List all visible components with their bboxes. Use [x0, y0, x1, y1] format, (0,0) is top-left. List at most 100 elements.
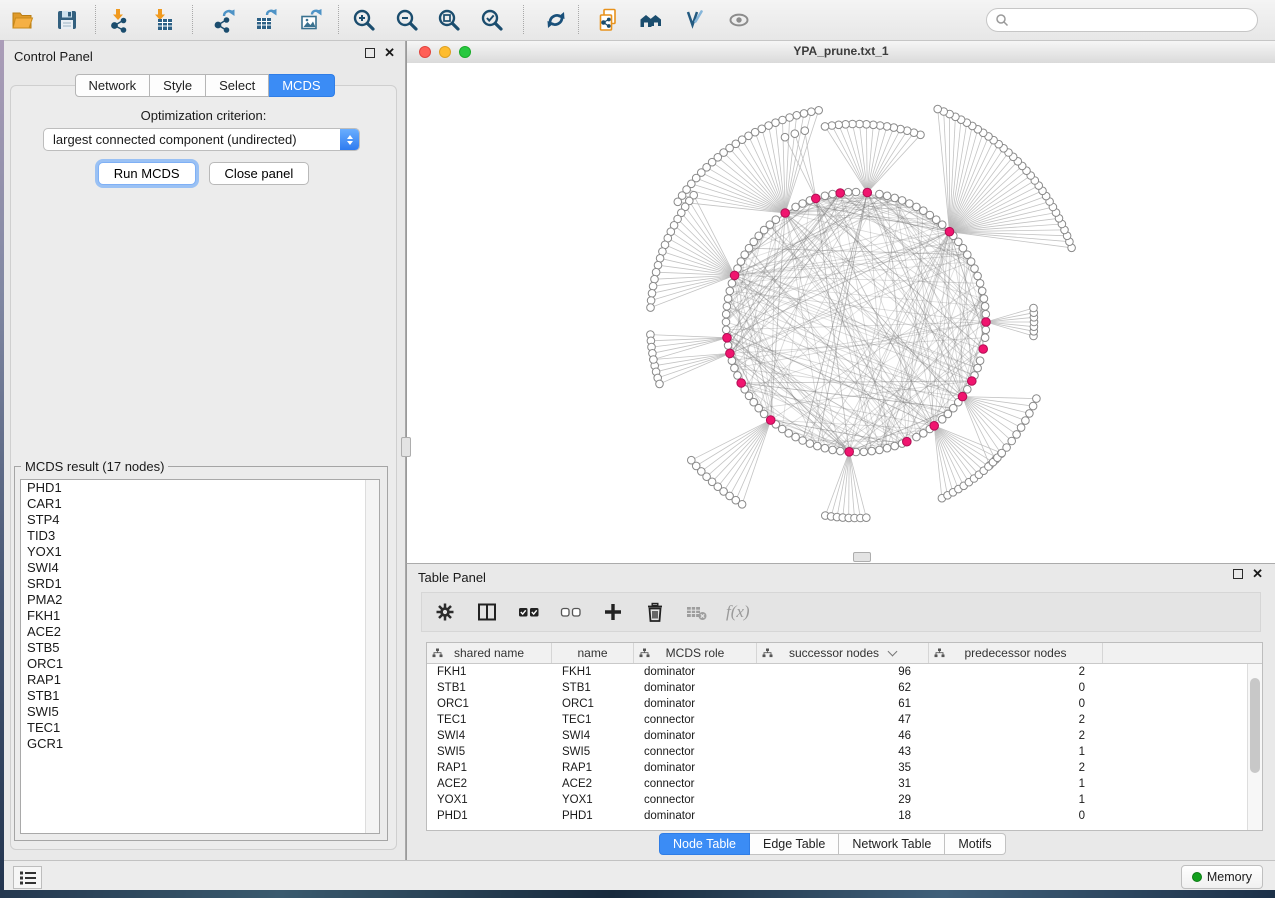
mcds-result-item[interactable]: STB1	[21, 688, 379, 704]
table-row[interactable]: PHD1PHD1dominator180	[427, 808, 1262, 824]
search-box[interactable]	[986, 8, 1258, 32]
memory-label: Memory	[1207, 870, 1252, 884]
table-cell: ORC1	[427, 698, 552, 710]
table-cell: dominator	[634, 730, 757, 742]
zoom-out-icon[interactable]	[392, 5, 422, 35]
network-browser-icon[interactable]	[636, 5, 666, 35]
table-cell: SWI4	[552, 730, 634, 742]
task-history-button[interactable]	[13, 866, 42, 889]
tab-style[interactable]: Style	[150, 74, 206, 97]
tab-network-table[interactable]: Network Table	[839, 833, 945, 855]
network-window-titlebar[interactable]: YPA_prune.txt_1	[407, 41, 1275, 64]
control-panel: Control Panel ✕ NetworkStyleSelectMCDS O…	[4, 41, 406, 860]
table-row[interactable]: RAP1RAP1dominator352	[427, 760, 1262, 776]
table-row[interactable]: STB1STB1dominator620	[427, 680, 1262, 696]
refresh-layout-icon[interactable]	[541, 5, 571, 35]
sort-desc-icon	[888, 647, 898, 657]
column-header-successor-nodes[interactable]: successor nodes	[757, 643, 929, 663]
mcds-result-item[interactable]: STB5	[21, 640, 379, 656]
close-table-panel-icon[interactable]: ✕	[1252, 569, 1263, 579]
mcds-result-item[interactable]: PHD1	[21, 480, 379, 496]
table-scrollbar[interactable]	[1247, 664, 1262, 830]
mcds-result-item[interactable]: SRD1	[21, 576, 379, 592]
mcds-result-item[interactable]: ORC1	[21, 656, 379, 672]
delete-table-icon-disabled	[684, 600, 710, 624]
column-header-MCDS-role[interactable]: MCDS role	[634, 643, 757, 663]
table-row[interactable]: TEC1TEC1connector472	[427, 712, 1262, 728]
table-cell: connector	[634, 794, 757, 806]
mcds-result-item[interactable]: SWI5	[21, 704, 379, 720]
table-row[interactable]: SWI5SWI5connector431	[427, 744, 1262, 760]
delete-column-icon[interactable]	[642, 600, 668, 624]
mcds-result-list[interactable]: PHD1CAR1STP4TID3YOX1SWI4SRD1PMA2FKH1ACE2…	[20, 479, 380, 834]
open-file-icon[interactable]	[8, 5, 38, 35]
table-cell: 61	[757, 698, 929, 710]
zoom-fit-icon[interactable]	[434, 5, 464, 35]
table-scrollbar-thumb[interactable]	[1250, 678, 1260, 773]
mcds-result-item[interactable]: FKH1	[21, 608, 379, 624]
table-cell: 96	[757, 666, 929, 678]
float-table-panel-icon[interactable]	[1233, 569, 1243, 579]
table-cell: ACE2	[427, 778, 552, 790]
table-row[interactable]: ACE2ACE2connector311	[427, 776, 1262, 792]
column-header-name[interactable]: name	[552, 643, 634, 663]
show-columns-icon[interactable]	[474, 600, 500, 624]
mcds-result-item[interactable]: PMA2	[21, 592, 379, 608]
float-window-icon[interactable]	[365, 48, 375, 58]
column-header-predecessor-nodes[interactable]: predecessor nodes	[929, 643, 1103, 663]
horizontal-splitter-handle[interactable]	[853, 552, 871, 562]
save-session-icon[interactable]	[52, 5, 82, 35]
table-cell: 46	[757, 730, 929, 742]
tab-edge-table[interactable]: Edge Table	[750, 833, 839, 855]
clone-network-icon[interactable]	[594, 5, 624, 35]
tab-motifs[interactable]: Motifs	[945, 833, 1005, 855]
tab-select[interactable]: Select	[206, 74, 269, 97]
table-cell: connector	[634, 778, 757, 790]
mcds-result-item[interactable]: STP4	[21, 512, 379, 528]
import-network-icon[interactable]	[104, 5, 134, 35]
export-image-icon[interactable]	[296, 5, 326, 35]
tab-mcds[interactable]: MCDS	[269, 74, 334, 97]
table-cell: YOX1	[552, 794, 634, 806]
mcds-result-item[interactable]: ACE2	[21, 624, 379, 640]
close-panel-button[interactable]: Close panel	[209, 162, 310, 185]
column-header-shared-name[interactable]: shared name	[427, 643, 552, 663]
mcds-result-item[interactable]: RAP1	[21, 672, 379, 688]
export-table-icon[interactable]	[251, 5, 281, 35]
table-cell: RAP1	[427, 762, 552, 774]
zoom-in-icon[interactable]	[349, 5, 379, 35]
mcds-result-group: MCDS result (17 nodes) PHD1CAR1STP4TID3Y…	[14, 466, 388, 841]
table-cell: 1	[929, 746, 1103, 758]
mcds-result-item[interactable]: CAR1	[21, 496, 379, 512]
mcds-result-item[interactable]: GCR1	[21, 736, 379, 752]
vizmapper-icon[interactable]	[679, 5, 709, 35]
mcds-result-item[interactable]: TEC1	[21, 720, 379, 736]
table-cell: 31	[757, 778, 929, 790]
vertical-splitter-handle[interactable]	[401, 437, 411, 457]
deselect-all-columns-icon[interactable]	[558, 600, 584, 624]
table-row[interactable]: FKH1FKH1dominator962	[427, 664, 1262, 680]
mcds-result-item[interactable]: YOX1	[21, 544, 379, 560]
tab-network[interactable]: Network	[74, 74, 150, 97]
zoom-selected-icon[interactable]	[477, 5, 507, 35]
export-network-icon[interactable]	[209, 5, 239, 35]
search-input[interactable]	[1014, 12, 1257, 28]
select-all-columns-icon[interactable]	[516, 600, 542, 624]
table-row[interactable]: ORC1ORC1dominator610	[427, 696, 1262, 712]
table-row[interactable]: YOX1YOX1connector291	[427, 792, 1262, 808]
show-graphics-icon[interactable]	[724, 5, 754, 35]
import-table-icon[interactable]	[147, 5, 177, 35]
criterion-dropdown[interactable]: largest connected component (undirected)	[43, 128, 360, 151]
mcds-list-scrollbar[interactable]	[365, 480, 379, 833]
tab-node-table[interactable]: Node Table	[659, 833, 750, 855]
mcds-result-item[interactable]: TID3	[21, 528, 379, 544]
create-column-icon[interactable]	[600, 600, 626, 624]
memory-button[interactable]: Memory	[1181, 865, 1263, 889]
mcds-result-item[interactable]: SWI4	[21, 560, 379, 576]
close-window-icon[interactable]: ✕	[384, 48, 395, 58]
table-settings-gear-icon[interactable]	[432, 600, 458, 624]
table-cell: 1	[929, 794, 1103, 806]
table-row[interactable]: SWI4SWI4dominator462	[427, 728, 1262, 744]
run-mcds-button[interactable]: Run MCDS	[98, 162, 196, 185]
network-canvas[interactable]	[407, 63, 1275, 563]
